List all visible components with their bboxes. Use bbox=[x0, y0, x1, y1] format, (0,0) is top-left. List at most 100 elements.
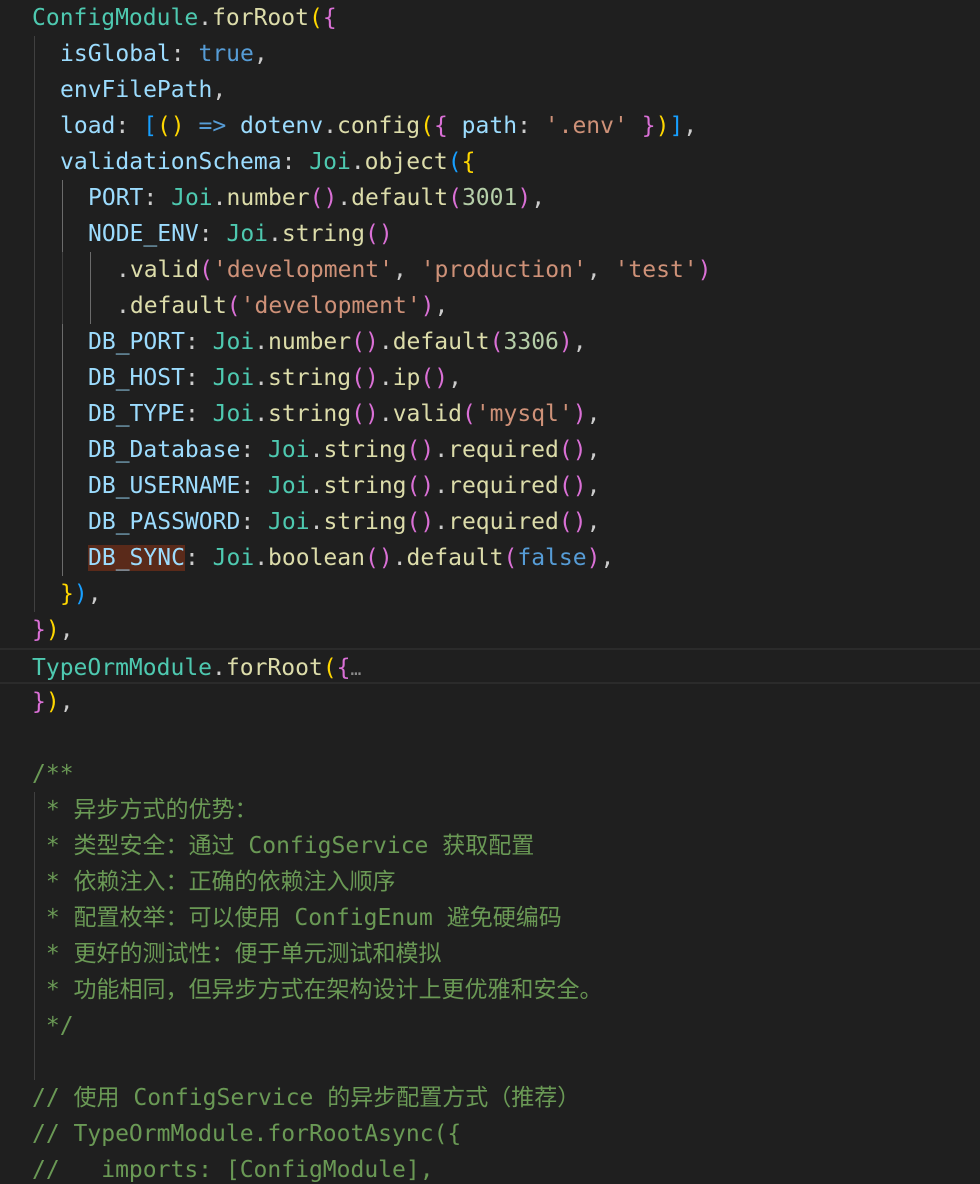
code-line[interactable]: /** bbox=[0, 756, 980, 792]
code-token: // imports: [ConfigModule], bbox=[32, 1157, 434, 1183]
code-token: ) bbox=[558, 329, 573, 355]
code-token: , bbox=[586, 401, 601, 427]
code-token: 3306 bbox=[503, 329, 559, 355]
code-token: } bbox=[32, 617, 46, 643]
code-line[interactable]: }), bbox=[0, 576, 980, 612]
code-line[interactable]: * 功能相同，但异步方式在架构设计上更优雅和安全。 bbox=[0, 972, 980, 1008]
code-line[interactable]: DB_PASSWORD: Joi.string().required(), bbox=[0, 504, 980, 540]
code-line[interactable]: DB_USERNAME: Joi.string().required(), bbox=[0, 468, 980, 504]
code-token: , bbox=[212, 77, 227, 103]
code-token: { bbox=[336, 655, 351, 681]
code-token: forRoot bbox=[212, 5, 309, 31]
code-line[interactable]: validationSchema: Joi.object({ bbox=[0, 144, 980, 180]
code-line[interactable]: }), bbox=[0, 612, 980, 648]
code-text: /** bbox=[32, 756, 74, 792]
code-token: ( bbox=[448, 185, 462, 211]
code-token: DB_PASSWORD bbox=[88, 509, 241, 535]
code-text: DB_HOST: Joi.string().ip(), bbox=[88, 360, 462, 396]
code-text: NODE_ENV: Joi.string() bbox=[88, 216, 393, 252]
code-line[interactable]: TypeOrmModule.forRoot({… bbox=[0, 648, 980, 684]
code-token: , bbox=[253, 41, 268, 67]
code-text: PORT: Joi.number().default(3001), bbox=[88, 180, 545, 216]
folded-region-ellipsis[interactable]: … bbox=[351, 659, 362, 680]
code-token: boolean bbox=[268, 545, 365, 571]
code-line[interactable] bbox=[0, 720, 980, 756]
code-line[interactable]: DB_HOST: Joi.string().ip(), bbox=[0, 360, 980, 396]
indent-guide bbox=[90, 252, 91, 288]
code-line[interactable]: * 异步方式的优势： bbox=[0, 792, 980, 828]
code-token: : bbox=[184, 365, 213, 391]
code-token: ( bbox=[226, 293, 241, 319]
code-token: number bbox=[268, 329, 352, 355]
code-token: Joi bbox=[268, 509, 310, 535]
code-token: : bbox=[143, 185, 172, 211]
code-token: , bbox=[683, 113, 698, 139]
code-token: ) bbox=[655, 113, 670, 139]
code-token: TypeOrmModule bbox=[32, 655, 213, 681]
code-line[interactable] bbox=[0, 1044, 980, 1080]
code-line[interactable]: NODE_ENV: Joi.string() bbox=[0, 216, 980, 252]
code-text: DB_SYNC: Joi.boolean().default(false), bbox=[88, 540, 614, 576]
code-token: { bbox=[433, 113, 448, 139]
indent-guide bbox=[34, 108, 35, 144]
code-token: ConfigModule bbox=[32, 5, 199, 31]
code-line[interactable]: .valid('development', 'production', 'tes… bbox=[0, 252, 980, 288]
indent-guide bbox=[34, 144, 35, 180]
code-token: Joi bbox=[268, 437, 310, 463]
code-line[interactable]: * 配置枚举：可以使用 ConfigEnum 避免硬编码 bbox=[0, 900, 980, 936]
code-line[interactable]: DB_SYNC: Joi.boolean().default(false), bbox=[0, 540, 980, 576]
code-token: ) bbox=[572, 401, 587, 427]
code-token: , bbox=[586, 473, 601, 499]
code-token: ) bbox=[45, 617, 60, 643]
code-line[interactable]: isGlobal: true, bbox=[0, 36, 980, 72]
code-line[interactable]: // 使用 ConfigService 的异步配置方式（推荐） bbox=[0, 1080, 980, 1116]
code-token: valid bbox=[129, 257, 200, 283]
code-line[interactable]: load: [() => dotenv.config({ path: '.env… bbox=[0, 108, 980, 144]
code-token: path bbox=[447, 113, 518, 139]
code-token: { bbox=[461, 149, 476, 175]
code-token: . bbox=[309, 437, 324, 463]
code-line[interactable]: envFilePath, bbox=[0, 72, 980, 108]
code-line[interactable]: PORT: Joi.number().default(3001), bbox=[0, 180, 980, 216]
indent-guide bbox=[34, 1044, 35, 1080]
code-token: () bbox=[351, 365, 379, 391]
code-token: * 配置枚举：可以使用 ConfigEnum 避免硬编码 bbox=[32, 905, 562, 931]
code-token: */ bbox=[32, 1013, 74, 1039]
code-line[interactable]: .default('development'), bbox=[0, 288, 980, 324]
code-line[interactable]: * 更好的测试性：便于单元测试和模拟 bbox=[0, 936, 980, 972]
code-token: } bbox=[32, 689, 46, 715]
code-text: }), bbox=[32, 684, 74, 720]
code-line[interactable]: DB_Database: Joi.string().required(), bbox=[0, 432, 980, 468]
code-text: // 使用 ConfigService 的异步配置方式（推荐） bbox=[32, 1080, 580, 1116]
code-line[interactable]: // imports: [ConfigModule], bbox=[0, 1152, 980, 1184]
code-token: default bbox=[351, 185, 449, 211]
indent-guide bbox=[62, 252, 63, 288]
code-token: string bbox=[323, 437, 407, 463]
code-token: object bbox=[364, 149, 448, 175]
code-line[interactable]: DB_TYPE: Joi.string().valid('mysql'), bbox=[0, 396, 980, 432]
code-token: config bbox=[337, 113, 421, 139]
code-editor[interactable]: ConfigModule.forRoot({isGlobal: true, env… bbox=[0, 0, 980, 1184]
code-token: () bbox=[406, 437, 435, 463]
code-token: ( bbox=[489, 329, 504, 355]
code-line[interactable]: ConfigModule.forRoot({ bbox=[0, 0, 980, 36]
code-token: () bbox=[558, 437, 587, 463]
code-text: envFilePath, bbox=[60, 72, 226, 108]
code-line[interactable]: * 依赖注入：正确的依赖注入顺序 bbox=[0, 864, 980, 900]
code-line[interactable]: * 类型安全：通过 ConfigService 获取配置 bbox=[0, 828, 980, 864]
code-text: ConfigModule.forRoot({ bbox=[32, 0, 337, 36]
code-line[interactable]: DB_PORT: Joi.number().default(3306), bbox=[0, 324, 980, 360]
code-token: () bbox=[420, 365, 449, 391]
indent-guide bbox=[34, 360, 35, 396]
code-token: ( bbox=[308, 5, 323, 31]
code-token: , bbox=[531, 185, 546, 211]
code-token: () bbox=[364, 545, 393, 571]
code-token: . bbox=[434, 509, 449, 535]
code-token: PORT bbox=[88, 185, 144, 211]
code-token: . bbox=[337, 185, 352, 211]
code-line[interactable]: // TypeOrmModule.forRootAsync({ bbox=[0, 1116, 980, 1152]
code-token: ] bbox=[669, 113, 684, 139]
indent-guide bbox=[62, 468, 63, 504]
code-line[interactable]: }), bbox=[0, 684, 980, 720]
code-line[interactable]: */ bbox=[0, 1008, 980, 1044]
